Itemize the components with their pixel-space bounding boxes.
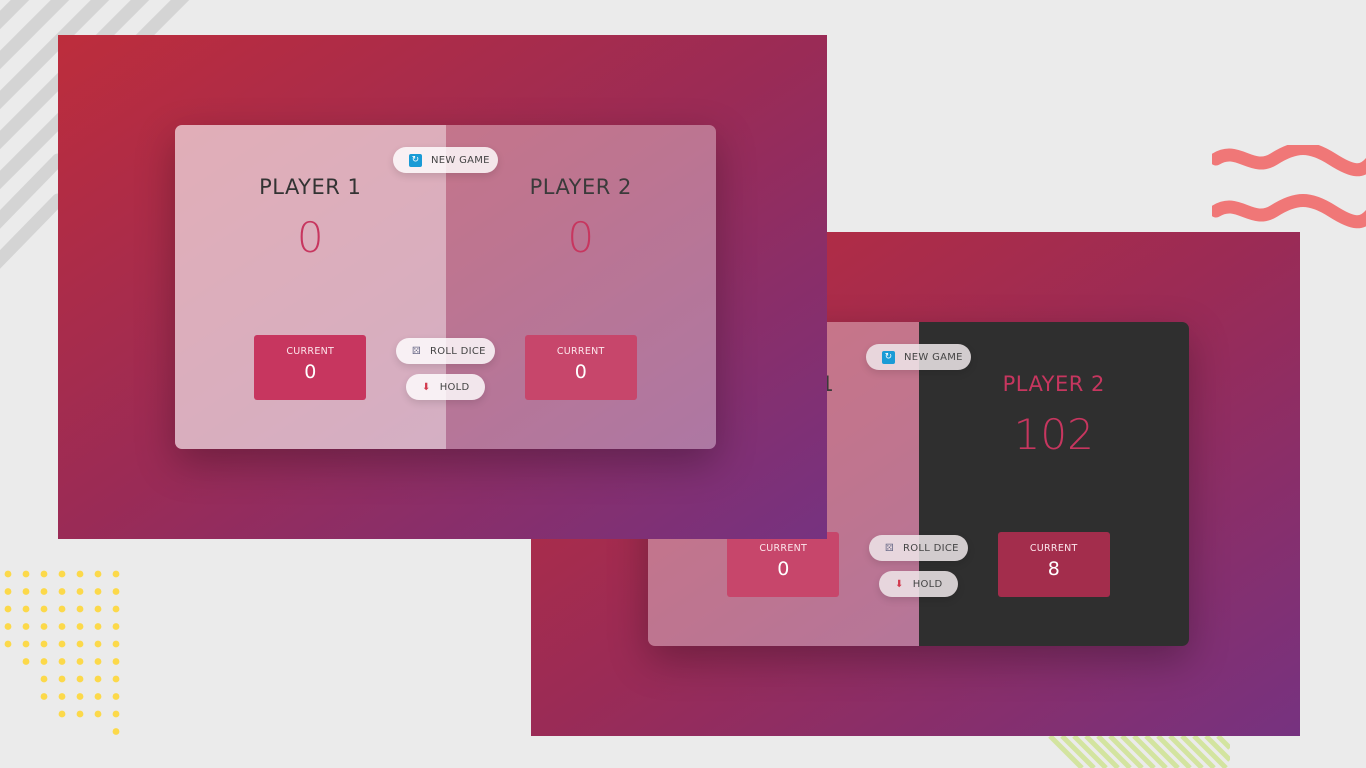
hold-label: HOLD	[912, 578, 943, 590]
roll-dice-button[interactable]: ⚄ ROLL DICE	[396, 338, 495, 364]
dice-icon: ⚄	[885, 542, 894, 554]
player-1-panel: PLAYER 1 0 CURRENT 0	[175, 125, 446, 449]
player-1-current-box: CURRENT 0	[727, 532, 840, 597]
player-1-score: 0	[296, 213, 324, 262]
refresh-icon: ↻	[882, 350, 895, 364]
roll-dice-label: ROLL DICE	[903, 542, 959, 554]
roll-dice-button[interactable]: ⚄ ROLL DICE	[869, 535, 968, 561]
player-2-current-box: CURRENT 0	[524, 335, 637, 400]
player-2-name: PLAYER 2	[1002, 372, 1105, 396]
player-2-score: 0	[567, 213, 595, 262]
page: { "colors": { "accent": "#c7365f", "wind…	[0, 0, 1366, 768]
hold-label: HOLD	[439, 381, 470, 393]
player-2-current-box: CURRENT 8	[997, 532, 1110, 597]
player-1-current-score: 0	[304, 361, 317, 383]
player-1-name: PLAYER 1	[259, 175, 362, 199]
current-label: CURRENT	[1029, 543, 1078, 554]
player-2-panel-active: PLAYER 2 102 CURRENT 8	[918, 322, 1189, 646]
new-game-button[interactable]: ↻ NEW GAME	[866, 344, 971, 370]
current-label: CURRENT	[759, 543, 808, 554]
hold-button[interactable]: ⬇ HOLD	[879, 571, 958, 597]
player-2-current-score: 0	[574, 361, 587, 383]
dice-icon: ⚄	[412, 345, 421, 357]
roll-dice-label: ROLL DICE	[430, 345, 486, 357]
player-2-panel: PLAYER 2 0 CURRENT 0	[445, 125, 716, 449]
new-game-label: NEW GAME	[904, 351, 963, 363]
current-label: CURRENT	[556, 346, 605, 357]
new-game-label: NEW GAME	[431, 154, 490, 166]
player-2-score: 102	[1013, 410, 1094, 459]
new-game-button[interactable]: ↻ NEW GAME	[393, 147, 498, 173]
download-icon: ⬇	[422, 381, 431, 393]
wave-decoration	[1212, 145, 1366, 229]
dots-decoration	[4, 570, 120, 735]
hold-button[interactable]: ⬇ HOLD	[406, 374, 485, 400]
player-1-current-score: 0	[777, 558, 790, 580]
current-label: CURRENT	[286, 346, 335, 357]
game-screenshot-1: PLAYER 1 0 CURRENT 0 PLAYER 2 0 CURRENT …	[58, 35, 827, 539]
download-icon: ⬇	[895, 578, 904, 590]
player-2-name: PLAYER 2	[529, 175, 632, 199]
player-1-current-box: CURRENT 0	[254, 335, 367, 400]
refresh-icon: ↻	[409, 153, 422, 167]
player-2-current-score: 8	[1047, 558, 1060, 580]
game-board: PLAYER 1 0 CURRENT 0 PLAYER 2 0 CURRENT …	[175, 125, 716, 449]
green-stripes-decoration	[1048, 736, 1230, 768]
